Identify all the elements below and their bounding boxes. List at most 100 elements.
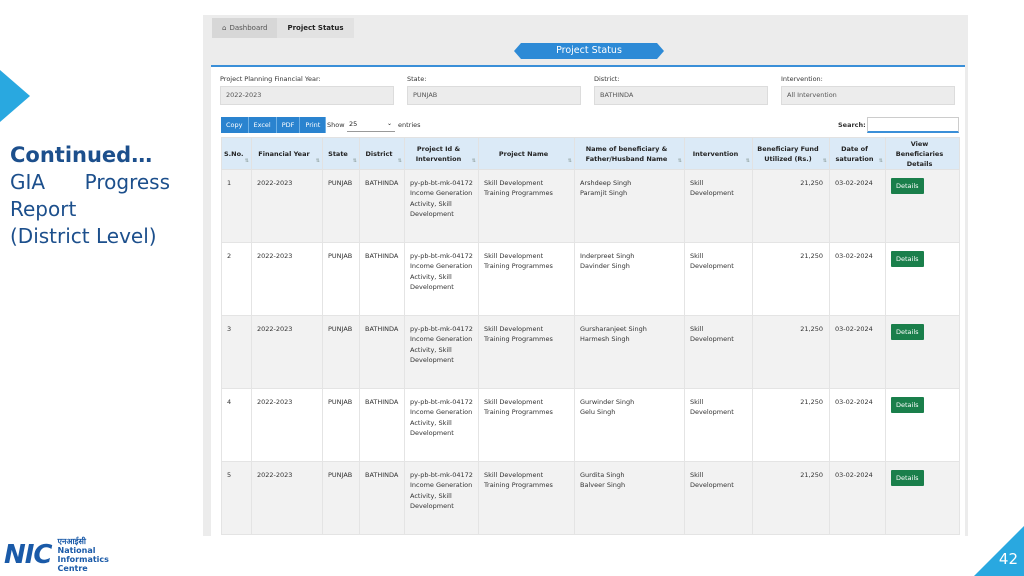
nic-logo-hindi: एनआईसी (57, 537, 86, 546)
pdf-button[interactable]: PDF (276, 117, 301, 133)
filter-district: District: BATHINDA (594, 75, 768, 105)
sort-icon: ⇅ (352, 158, 357, 164)
cell-beneficiary: Arshdeep Singh Paramjit Singh (574, 169, 685, 243)
breadcrumb-dashboard-label: Dashboard (229, 24, 268, 32)
details-button[interactable]: Details (891, 251, 924, 268)
cell-sno: 2 (221, 242, 252, 316)
filter-district-field[interactable]: BATHINDA (594, 86, 768, 105)
th-sno[interactable]: S.No. ⇅ (221, 137, 252, 170)
cell-date: 03-02-2024 (829, 315, 886, 389)
cell-sno: 1 (221, 169, 252, 243)
beneficiary-name: Arshdeep Singh (580, 179, 632, 187)
th-intervention[interactable]: Intervention ⇅ (684, 137, 753, 170)
cell-project-id: py-pb-bt-mk-04172 Income Generation Acti… (404, 315, 479, 389)
cell-project-id: py-pb-bt-mk-04172 Income Generation Acti… (404, 242, 479, 316)
details-button[interactable]: Details (891, 397, 924, 414)
beneficiary-name: Gurwinder Singh (580, 398, 635, 406)
table-row: 2 2022-2023 PUNJAB BATHINDA py-pb-bt-mk-0417… (221, 242, 960, 316)
filter-year-label: Project Planning Financial Year: (220, 75, 321, 83)
cell-state: PUNJAB (322, 242, 360, 316)
search-label: Search: (838, 121, 866, 129)
breadcrumb-dashboard[interactable]: ⌂ Dashboard (212, 18, 278, 38)
cell-sno: 3 (221, 315, 252, 389)
copy-button[interactable]: Copy (221, 117, 249, 133)
filter-year-field[interactable]: 2022-2023 (220, 86, 394, 105)
cell-project-name: Skill Development Training Programmes (478, 388, 575, 462)
cell-fund: 21,250 (752, 461, 830, 535)
table-row: 3 2022-2023 PUNJAB BATHINDA py-pb-bt-mk-0417… (221, 315, 960, 389)
screenshot-panel: ⌂ Dashboard Project Status Project Status… (203, 15, 968, 536)
cell-year: 2022-2023 (251, 461, 323, 535)
details-button[interactable]: Details (891, 470, 924, 487)
cell-intervention: Skill Development (684, 388, 753, 462)
father-name: Balveer Singh (580, 481, 626, 490)
export-toolbar: Copy Excel PDF Print (221, 117, 327, 133)
nic-logo-line3: Centre (57, 564, 88, 573)
nic-logo-line1: National (57, 546, 96, 555)
cell-fund: 21,250 (752, 169, 830, 243)
cell-project-name: Skill Development Training Programmes (478, 242, 575, 316)
cell-fund: 21,250 (752, 315, 830, 389)
sort-icon: ⇅ (244, 158, 249, 164)
cell-state: PUNJAB (322, 315, 360, 389)
slide-title-line3: Report (10, 197, 77, 221)
slide-title-line2: GIA Progress (10, 170, 170, 194)
page-number: 42 (998, 550, 1018, 568)
search-input[interactable] (867, 117, 959, 133)
cell-action: Details (885, 388, 960, 462)
entries-select[interactable]: 25 ⌄ (347, 117, 395, 132)
filter-state-label: State: (407, 75, 427, 83)
th-district[interactable]: District ⇅ (359, 137, 405, 170)
th-financial-year[interactable]: Financial Year ⇅ (251, 137, 323, 170)
nic-logo: NIC एनआईसी National Informatics Centre (4, 537, 109, 573)
cell-beneficiary: Gursharanjeet Singh Harmesh Singh (574, 315, 685, 389)
details-button[interactable]: Details (891, 324, 924, 341)
breadcrumb: ⌂ Dashboard Project Status (212, 18, 354, 38)
cell-action: Details (885, 461, 960, 535)
th-date[interactable]: Date of saturation ⇅ (829, 137, 886, 170)
corner-decoration: 42 (972, 524, 1024, 576)
filter-year: Project Planning Financial Year: 2022-20… (220, 75, 394, 105)
th-fund[interactable]: Beneficiary Fund Utilized (Rs.) ⇅ (752, 137, 830, 170)
cell-district: BATHINDA (359, 242, 405, 316)
cell-state: PUNJAB (322, 388, 360, 462)
cell-year: 2022-2023 (251, 388, 323, 462)
sort-icon: ⇅ (878, 158, 883, 164)
cell-sno: 4 (221, 388, 252, 462)
home-icon: ⌂ (222, 24, 227, 32)
excel-button[interactable]: Excel (248, 117, 277, 133)
father-name: Paramjit Singh (580, 189, 628, 198)
table-header-row: S.No. ⇅ Financial Year ⇅ State ⇅ District ⇅ … (221, 137, 960, 170)
entries-select-value: 25 (349, 120, 358, 128)
slide-title: Continued… GIA Progress Report (District… (10, 142, 170, 250)
th-state[interactable]: State ⇅ (322, 137, 360, 170)
print-button[interactable]: Print (300, 117, 327, 133)
cell-beneficiary: Gurwinder Singh Gelu Singh (574, 388, 685, 462)
sort-icon: ⇅ (745, 158, 750, 164)
th-beneficiary[interactable]: Name of beneficiary & Father/Husband Nam… (574, 137, 685, 170)
breadcrumb-project-status: Project Status (277, 18, 354, 38)
filter-intervention-field[interactable]: All Intervention (781, 86, 955, 105)
beneficiary-table: S.No. ⇅ Financial Year ⇅ State ⇅ District ⇅ … (221, 137, 960, 535)
details-button[interactable]: Details (891, 178, 924, 195)
sort-icon: ⇅ (567, 158, 572, 164)
cell-action: Details (885, 242, 960, 316)
cell-date: 03-02-2024 (829, 461, 886, 535)
page-title: Project Status (514, 43, 664, 59)
slide-title-line4: (District Level) (10, 224, 157, 248)
cell-beneficiary: Gurdita Singh Balveer Singh (574, 461, 685, 535)
father-name: Gelu Singh (580, 408, 616, 417)
cell-sno: 5 (221, 461, 252, 535)
filter-state: State: PUNJAB (407, 75, 581, 105)
filter-state-field[interactable]: PUNJAB (407, 86, 581, 105)
th-project-id[interactable]: Project Id & Intervention ⇅ (404, 137, 479, 170)
cell-district: BATHINDA (359, 169, 405, 243)
cell-date: 03-02-2024 (829, 388, 886, 462)
th-project-name[interactable]: Project Name ⇅ (478, 137, 575, 170)
cell-state: PUNJAB (322, 461, 360, 535)
beneficiary-name: Inderpreet Singh (580, 252, 635, 260)
father-name: Harmesh Singh (580, 335, 630, 344)
cell-beneficiary: Inderpreet Singh Davinder Singh (574, 242, 685, 316)
cell-project-name: Skill Development Training Programmes (478, 461, 575, 535)
cell-intervention: Skill Development (684, 461, 753, 535)
